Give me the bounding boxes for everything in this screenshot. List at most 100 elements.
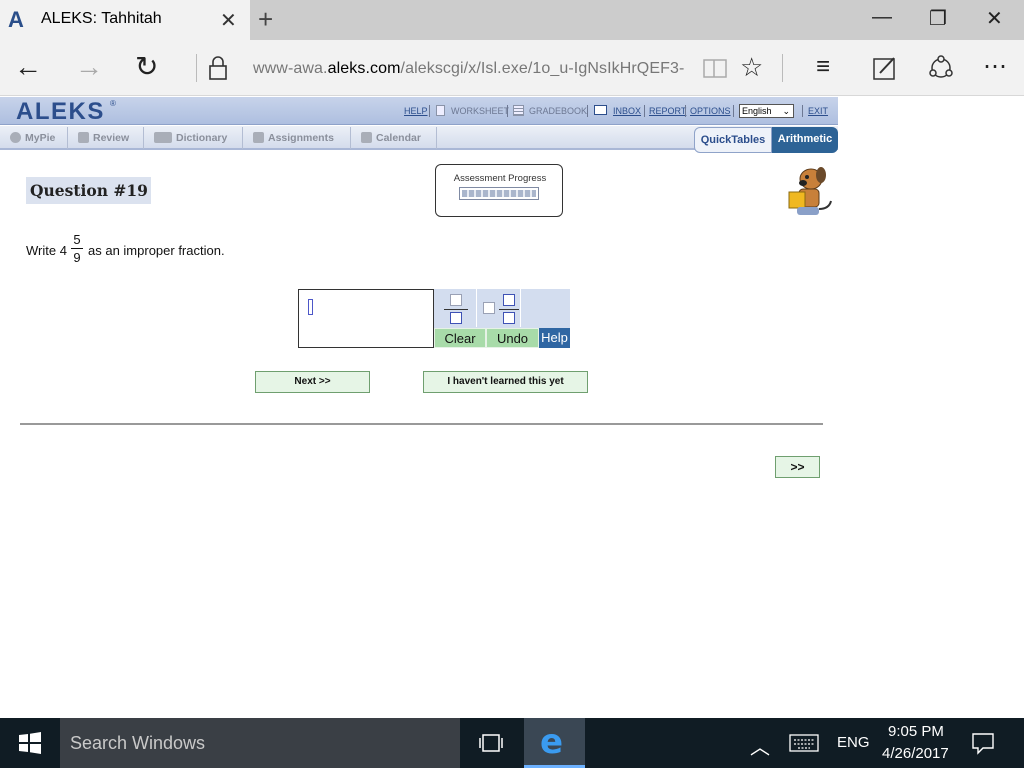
clock-date[interactable]: 4/26/2017 xyxy=(882,745,949,762)
close-window-icon[interactable]: ✕ xyxy=(986,6,1003,31)
calendar-icon xyxy=(361,132,372,143)
divider xyxy=(196,54,197,82)
divider xyxy=(733,105,734,117)
chevron-up-icon[interactable]: ︿ xyxy=(750,731,770,760)
fraction-button[interactable] xyxy=(434,289,477,327)
pie-icon xyxy=(10,132,21,143)
progress-fill xyxy=(462,190,536,197)
next-button[interactable]: Next >> xyxy=(255,371,370,393)
answer-cursor xyxy=(308,299,313,315)
reading-dog-mascot-icon xyxy=(788,167,832,215)
divider xyxy=(20,423,823,425)
language-value: English xyxy=(742,106,772,116)
web-note-icon[interactable] xyxy=(872,55,898,81)
tab-mypie[interactable]: MyPie xyxy=(2,127,68,149)
divider xyxy=(429,105,430,117)
divider xyxy=(802,105,803,117)
progress-bar xyxy=(459,187,539,200)
browser-tab-bar: A ALEKS: Tahhitah ✕ + — ❐ ✕ xyxy=(0,0,1024,40)
quicktables-button[interactable]: QuickTables xyxy=(694,127,772,153)
divider xyxy=(587,105,588,117)
progress-label: Assessment Progress xyxy=(453,173,547,184)
mixed-number-button[interactable] xyxy=(478,289,521,327)
url-prefix: www-awa. xyxy=(253,60,328,77)
forward-button[interactable]: >> xyxy=(775,456,820,478)
aleks-favicon-icon: A xyxy=(8,7,24,32)
divider xyxy=(507,105,508,117)
question-title: Question #19 xyxy=(26,177,151,204)
box-icon xyxy=(483,302,495,314)
lock-icon[interactable] xyxy=(207,55,229,81)
chevron-down-icon: ⌄ xyxy=(782,106,790,116)
input-language[interactable]: ENG xyxy=(837,734,870,751)
book-icon xyxy=(154,132,172,143)
help-link[interactable]: HELP xyxy=(404,106,428,116)
tab-calendar[interactable]: Calendar xyxy=(353,127,437,149)
checkmark-icon xyxy=(78,132,89,143)
tab-dictionary[interactable]: Dictionary xyxy=(146,127,243,149)
aleks-logo: ALEKS xyxy=(16,98,105,125)
box-icon xyxy=(450,294,462,306)
tab-assignments[interactable]: Assignments xyxy=(245,127,351,149)
pencil-icon xyxy=(253,132,264,143)
inbox-envelope-icon xyxy=(594,105,607,115)
url-domain: aleks.com xyxy=(327,60,401,77)
edge-logo-icon: e xyxy=(540,722,564,762)
undo-button[interactable]: Undo xyxy=(486,328,539,348)
back-icon[interactable]: ← xyxy=(14,52,42,82)
fraction-denominator: 9 xyxy=(73,250,81,265)
url-field[interactable]: www-awa.aleks.com/alekscgi/x/Isl.exe/1o_… xyxy=(253,60,684,78)
refresh-icon[interactable]: ↻ xyxy=(135,52,158,82)
havent-learned-button[interactable]: I haven't learned this yet xyxy=(423,371,588,393)
tab-title: ALEKS: Tahhitah xyxy=(41,10,162,27)
worksheet-link[interactable]: WORKSHEET xyxy=(451,106,509,116)
box-icon xyxy=(503,312,515,324)
close-tab-icon[interactable]: ✕ xyxy=(220,8,237,33)
fraction-numerator: 5 xyxy=(73,232,81,247)
forward-icon[interactable]: → xyxy=(75,52,103,82)
divider xyxy=(782,54,783,82)
divider xyxy=(685,105,686,117)
more-icon[interactable]: ⋯ xyxy=(983,52,1007,82)
options-link[interactable]: OPTIONS xyxy=(690,106,731,116)
reading-view-icon[interactable] xyxy=(702,57,728,79)
exit-link[interactable]: EXIT xyxy=(808,106,828,116)
share-icon[interactable] xyxy=(927,54,955,82)
task-view-icon[interactable] xyxy=(478,733,504,753)
box-icon xyxy=(503,294,515,306)
subject-arithmetic-tab[interactable]: Arithmetic xyxy=(772,127,838,153)
tab-label: Dictionary xyxy=(176,132,228,144)
hub-icon[interactable]: ≡ xyxy=(816,52,830,82)
minimize-icon[interactable]: — xyxy=(872,6,892,29)
help-button[interactable]: Help xyxy=(539,328,570,348)
keyboard-icon[interactable] xyxy=(789,734,819,752)
tab-label: Assignments xyxy=(268,132,334,144)
clear-button[interactable]: Clear xyxy=(434,328,486,348)
report-link[interactable]: REPORT xyxy=(649,106,686,116)
tab-label: MyPie xyxy=(25,132,56,144)
box-icon xyxy=(450,312,462,324)
fraction-bar-icon xyxy=(444,309,468,310)
action-center-icon[interactable] xyxy=(971,731,995,755)
answer-input[interactable] xyxy=(298,289,434,348)
gradebook-link[interactable]: GRADEBOOK xyxy=(529,106,587,116)
language-select[interactable]: English ⌄ xyxy=(739,104,794,118)
aleks-header: ALEKS ® HELP WORKSHEET GRADEBOOK INBOX R… xyxy=(0,97,838,125)
inbox-link[interactable]: INBOX xyxy=(613,106,641,116)
browser-tab[interactable]: A ALEKS: Tahhitah ✕ xyxy=(0,0,250,40)
question-prompt-end: as an improper fraction. xyxy=(88,243,225,258)
address-bar: ← → ↻ www-awa.aleks.com/alekscgi/x/Isl.e… xyxy=(0,40,1024,96)
windows-start-icon[interactable] xyxy=(18,731,42,755)
registered-mark: ® xyxy=(110,99,116,108)
restore-icon[interactable]: ❐ xyxy=(929,6,947,31)
tab-review[interactable]: Review xyxy=(70,127,144,149)
worksheet-icon xyxy=(436,105,445,116)
search-windows-input[interactable]: Search Windows xyxy=(60,718,460,768)
favorite-star-icon[interactable]: ☆ xyxy=(740,52,763,82)
assessment-progress: Assessment Progress xyxy=(435,164,563,217)
edge-taskbar-button[interactable]: e xyxy=(524,718,585,768)
tab-label: Calendar xyxy=(376,132,421,144)
question-prompt: Write 4 xyxy=(26,243,67,258)
clock-time[interactable]: 9:05 PM xyxy=(888,723,944,740)
new-tab-icon[interactable]: + xyxy=(258,4,273,35)
